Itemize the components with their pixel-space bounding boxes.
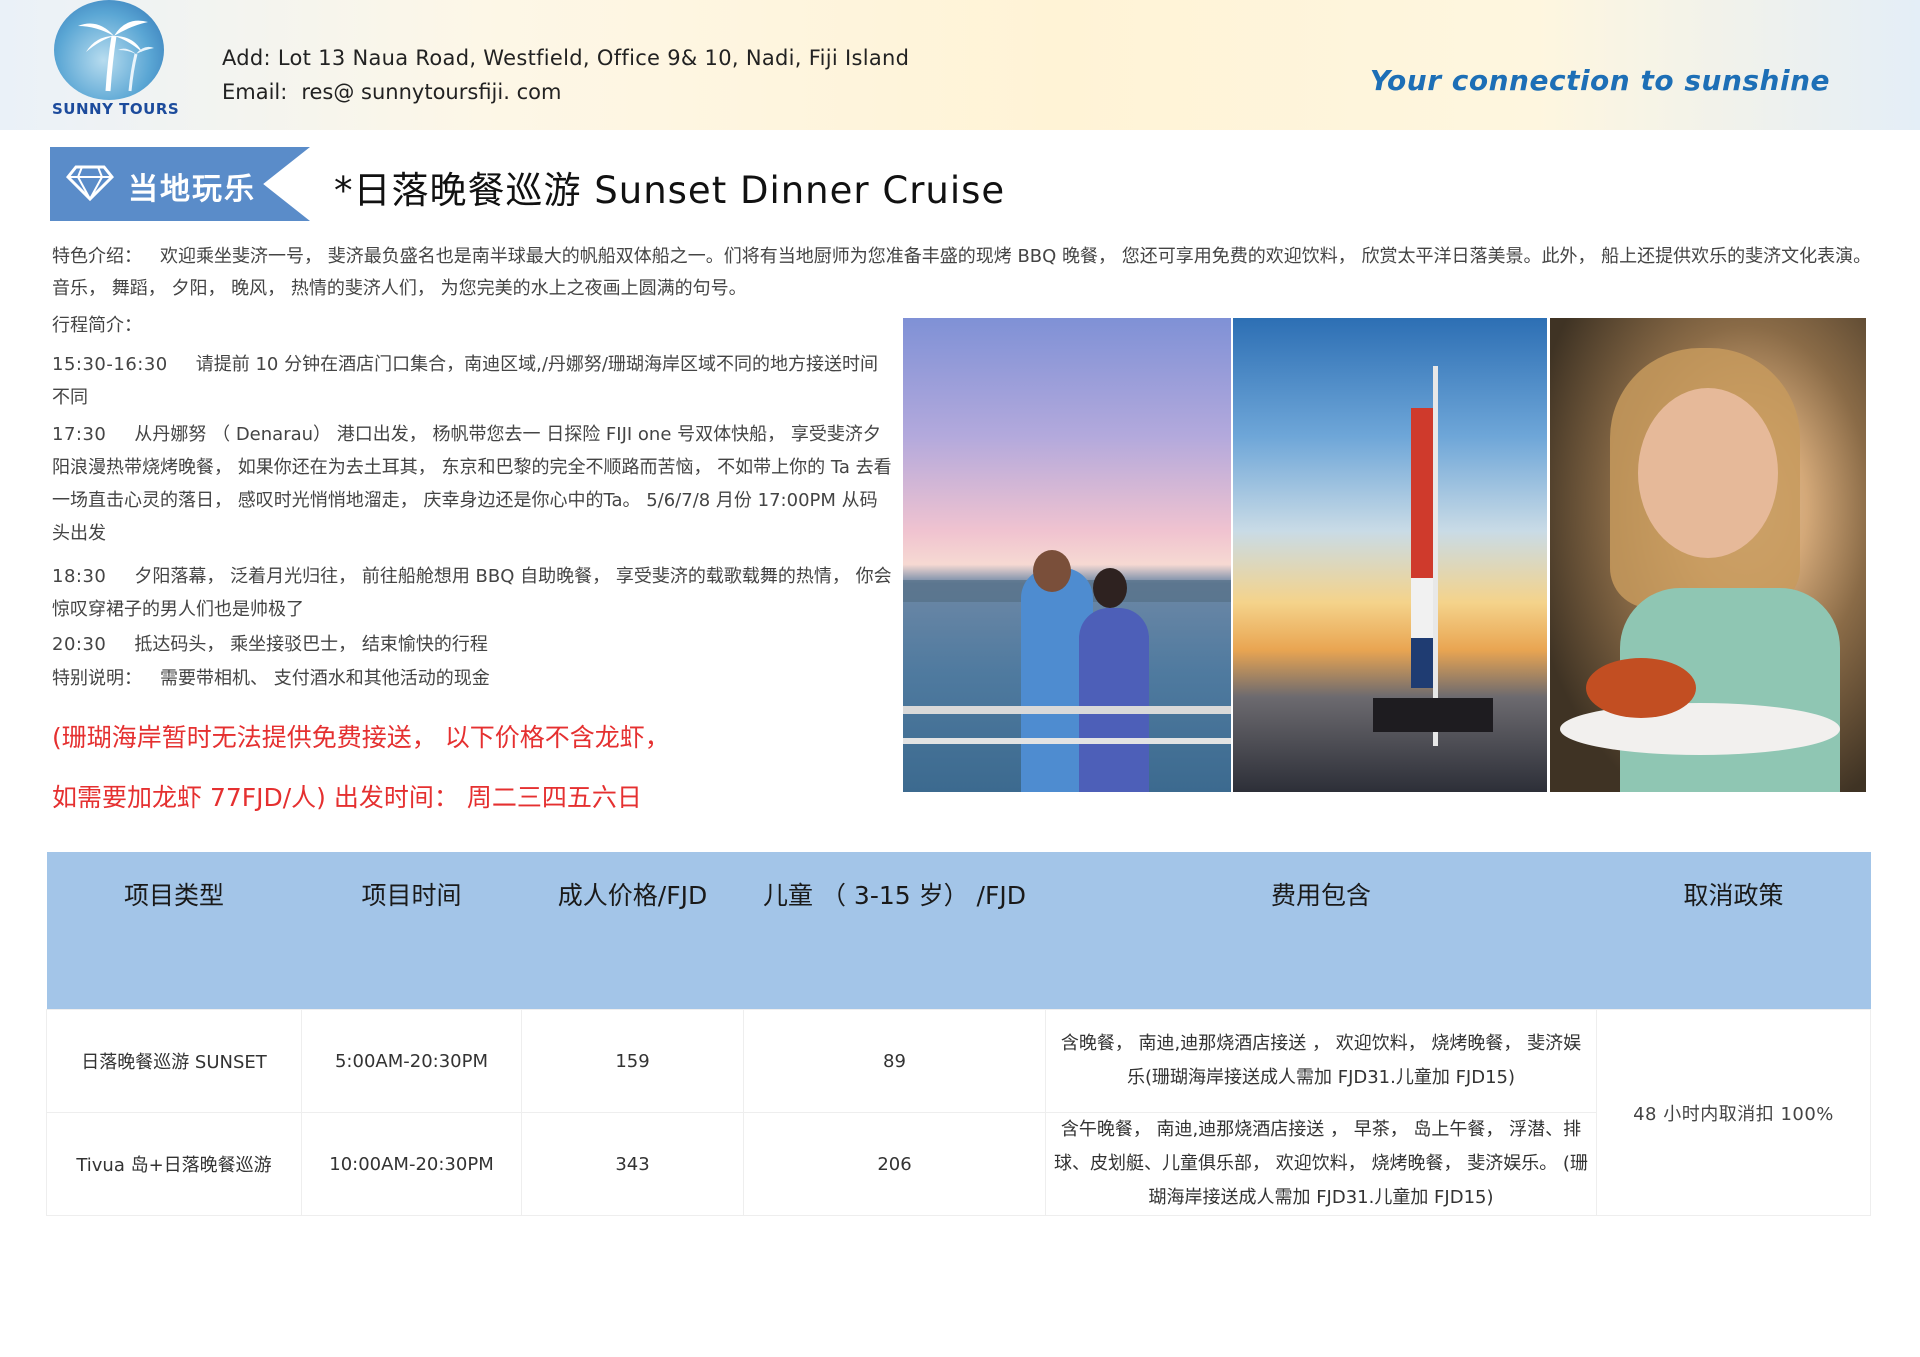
header-project-time: 项目时间 [301,852,522,1010]
table-header-row: 项目类型 项目时间 成人价格/FJD 儿童 （ 3-15 岁） /FJD 费用包… [46,852,1871,1010]
table-row: 日落晚餐巡游 SUNSET 5:00AM-20:30PM 159 89 含晚餐，… [46,1009,1871,1216]
header-project-type: 项目类型 [46,852,302,1010]
feature-intro: 特色介绍： 欢迎乘坐斐济一号， 斐济最负盛名也是南半球最大的帆船双体船之一。们将有… [52,241,1888,305]
itinerary-time: 17:30 [52,424,107,445]
email-label: Email: [222,80,288,104]
woman-figure [1079,608,1149,792]
category-tag: 当地玩乐 [50,147,310,221]
itinerary-time: 18:30 [52,566,107,587]
plate-shape [1560,703,1840,755]
cell-cancel-policy: 48 小时内取消扣 100% [1596,1009,1871,1216]
header-band: SUNNY TOURS Add: Lot 13 Naua Road, Westf… [0,0,1920,130]
cell-type: 日落晚餐巡游 SUNSET [46,1009,302,1113]
sail-white-shape [1411,578,1433,638]
catamaran-sunset-photo [1233,318,1547,792]
couple-sunset-photo [903,318,1231,792]
itinerary-item: 18:30 夕阳落幕， 泛着月光归往， 前往船舱想用 BBQ 自助晚餐， 享受斐济… [52,560,892,626]
cell-child: 206 [743,1112,1046,1216]
itinerary-item: 17:30 从丹娜努 （ Denarau） 港口出发， 杨帆带您去一 日探险 FI… [52,418,892,550]
price-table: 项目类型 项目时间 成人价格/FJD 儿童 （ 3-15 岁） /FJD 费用包… [46,852,1871,1216]
logo-text: SUNNY TOURS [52,100,180,118]
diamond-icon [66,165,114,201]
face-shape [1638,388,1778,558]
notice-line-2: 如需要加龙虾 77FJD/人) 出发时间： 周二三四五六日 [52,783,642,812]
lobster-dinner-photo [1550,318,1866,792]
feature-intro-label: 特色介绍： [52,246,142,267]
special-note-text: 需要带相机、 支付酒水和其他活动的现金 [160,668,490,689]
cell-child: 89 [743,1009,1046,1113]
notice-line-1: (珊瑚海岸暂时无法提供免费接送， 以下价格不含龙虾， [52,723,670,752]
header-adult-price: 成人价格/FJD [521,852,744,1010]
itinerary-text: 抵达码头， 乘坐接驳巴士， 结束愉快的行程 [134,634,488,655]
feature-intro-text: 欢迎乘坐斐济一号， 斐济最负盛名也是南半球最大的帆船双体船之一。们将有当地厨师为… [52,246,1872,299]
itinerary-time: 15:30-16:30 [52,354,168,375]
itinerary-item: 20:30 抵达码头， 乘坐接驳巴士， 结束愉快的行程 [52,628,892,661]
cell-includes: 含午晚餐， 南迪,迪那烧酒店接送 ， 早茶， 岛上午餐， 浮潜、排球、皮划艇、儿… [1045,1112,1597,1216]
cell-adult: 343 [521,1112,744,1216]
itinerary-text: 从丹娜努 （ Denarau） 港口出发， 杨帆带您去一 日探险 FIJI on… [52,424,892,544]
itinerary-time: 20:30 [52,634,107,655]
itinerary-label: 行程简介： [52,315,142,336]
slogan: Your connection to sunshine [1369,64,1830,97]
itinerary-text: 夕阳落幕， 泛着月光归往， 前往船舱想用 BBQ 自助晚餐， 享受斐济的载歌载舞… [52,566,892,620]
email-line: Email: res@ sunnytoursfiji. com [222,80,561,104]
palm-tree-icon [78,20,154,92]
sail-red-shape [1411,408,1433,578]
header-includes: 费用包含 [1045,852,1597,1010]
ship-railing [903,706,1231,714]
itinerary-item: 15:30-16:30 请提前 10 分钟在酒店门口集合，南迪区域,/丹娜努/珊瑚… [52,348,892,414]
cell-time: 10:00AM-20:30PM [301,1112,522,1216]
lobster-shape [1586,658,1696,718]
sunny-tours-logo: SUNNY TOURS [48,0,179,120]
itinerary-text: 请提前 10 分钟在酒店门口集合，南迪区域,/丹娜努/珊瑚海岸区域不同的地方接送… [52,354,878,408]
cell-adult: 159 [521,1009,744,1113]
cell-time: 5:00AM-20:30PM [301,1009,522,1113]
cell-includes: 含晚餐， 南迪,迪那烧酒店接送 ， 欢迎饮料， 烧烤晚餐， 斐济娱乐(珊瑚海岸接… [1045,1009,1597,1113]
special-note-label: 特别说明： [52,668,142,689]
man-head [1033,550,1071,592]
special-note: 特别说明： 需要带相机、 支付酒水和其他活动的现金 [52,664,490,690]
sail-blue-shape [1411,638,1433,688]
header-child-price: 儿童 （ 3-15 岁） /FJD [743,852,1046,1010]
mast-shape [1433,366,1438,746]
woman-head [1093,568,1127,608]
email-value[interactable]: res@ sunnytoursfiji. com [301,80,561,104]
catamaran-hull [1373,698,1493,732]
ship-railing-lower [903,738,1231,744]
address-line: Add: Lot 13 Naua Road, Westfield, Office… [222,46,910,70]
page-title: *日落晚餐巡游 Sunset Dinner Cruise [334,169,1006,212]
cell-type: Tivua 岛+日落晚餐巡游 [46,1112,302,1216]
category-tag-label: 当地玩乐 [128,172,256,207]
header-cancel-policy: 取消政策 [1596,852,1871,1010]
